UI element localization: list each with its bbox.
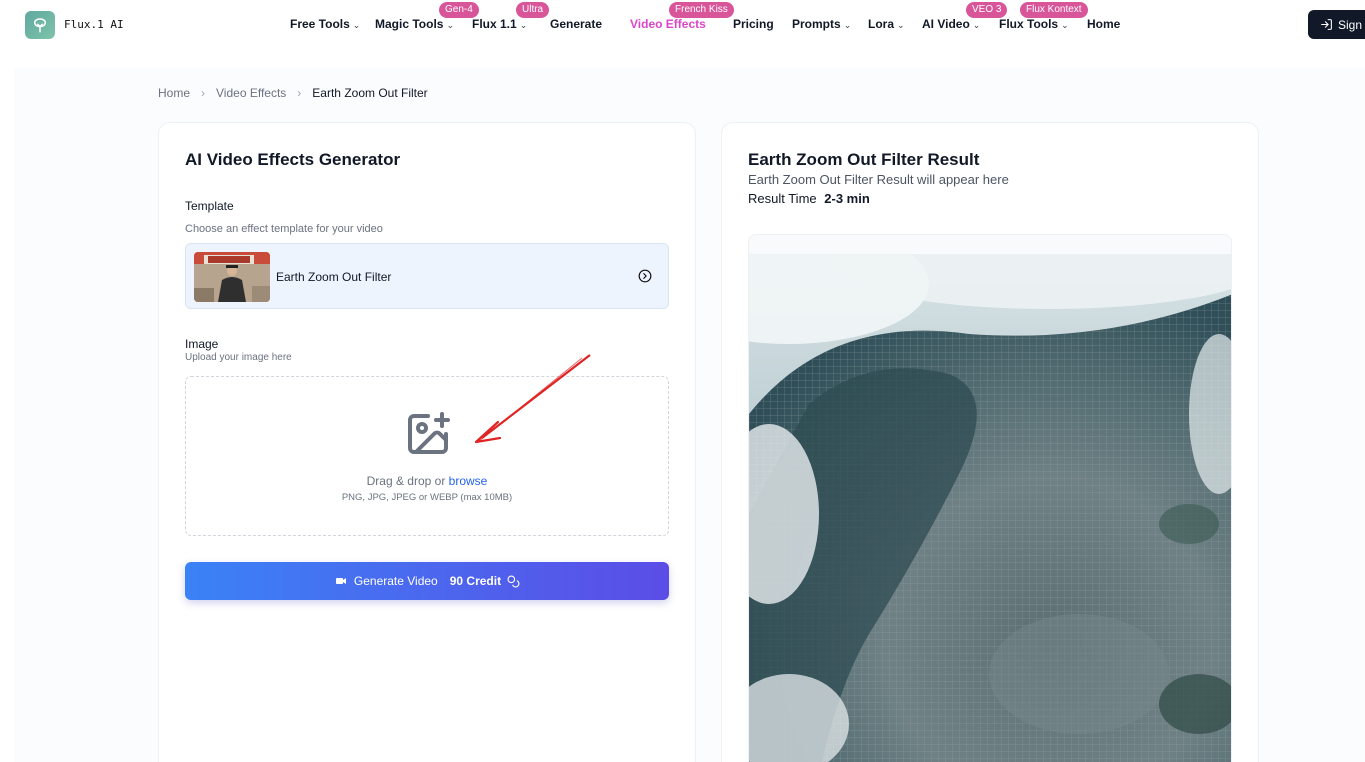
upload-formats: PNG, JPG, JPEG or WEBP (max 10MB)	[341, 492, 513, 503]
template-selector[interactable]: Earth Zoom Out Filter	[185, 243, 669, 309]
nav-free-tools[interactable]: Free Tools ⌄	[290, 17, 360, 31]
nav-label: Flux 1.1	[472, 17, 517, 31]
generator-title: AI Video Effects Generator	[185, 150, 401, 169]
nav-label: Flux Tools	[999, 17, 1059, 31]
generate-video-button[interactable]: Generate Video 90 Credit	[185, 562, 669, 600]
template-hint: Choose an effect template for your video	[185, 223, 383, 235]
chevron-down-icon: ⌄	[897, 20, 905, 30]
coins-icon	[507, 575, 520, 587]
image-upload-dropzone[interactable]: Drag & drop or browse PNG, JPG, JPEG or …	[185, 376, 669, 536]
top-navbar: Flux.1 AI Free Tools ⌄ Gen-4 Magic Tools ⌄…	[0, 0, 1365, 50]
nav-label: Video Effects	[630, 17, 706, 31]
chevron-down-icon: ⌄	[519, 20, 528, 30]
credit-label: 90 Credit	[449, 574, 502, 588]
result-preview	[748, 234, 1232, 762]
image-label: Image	[185, 337, 219, 351]
breadcrumb: Home › Video Effects › Earth Zoom Out Fi…	[158, 86, 428, 100]
nav-badge: Ultra	[516, 2, 550, 18]
breadcrumb-video-effects[interactable]: Video Effects	[216, 86, 286, 100]
upload-instructions: Drag & drop or browse	[186, 474, 668, 488]
generate-label: Generate Video	[353, 574, 438, 588]
breadcrumb-home[interactable]: Home	[158, 86, 190, 100]
nav-badge: Gen-4	[439, 2, 479, 18]
nav-label: AI Video	[922, 17, 970, 31]
nav-label: Pricing	[733, 17, 774, 31]
chevron-down-icon: ⌄	[843, 20, 852, 30]
nav-video-effects[interactable]: Video Effects	[630, 17, 706, 31]
sign-in-label: Sign	[1338, 17, 1363, 32]
image-plus-icon	[408, 412, 450, 454]
template-name: Earth Zoom Out Filter	[276, 270, 392, 284]
nav-lora[interactable]: Lora ⌄	[868, 17, 905, 31]
logo-icon[interactable]	[25, 11, 55, 39]
nav-flux-11[interactable]: Flux 1.1 ⌄	[472, 17, 527, 31]
chevron-down-icon: ⌄	[446, 20, 454, 30]
result-time-value: 2-3 min	[824, 191, 870, 206]
template-thumbnail	[194, 252, 270, 302]
sign-in-button[interactable]: Sign	[1308, 10, 1365, 39]
nav-badge: VEO 3	[966, 2, 1008, 18]
upload-text: Drag & drop or	[366, 474, 446, 488]
circle-arrow-right-icon	[638, 269, 652, 283]
template-label: Template	[185, 199, 234, 213]
result-time: Result Time 2-3 min	[748, 191, 870, 206]
nav-label: Prompts	[792, 17, 841, 31]
nav-label: Magic Tools	[375, 17, 444, 31]
sign-in-icon	[1321, 19, 1332, 30]
nav-generate[interactable]: Generate	[550, 17, 602, 31]
result-title: Earth Zoom Out Filter Result	[748, 150, 980, 169]
breadcrumb-current: Earth Zoom Out Filter	[312, 86, 428, 100]
nav-label: Free Tools	[290, 17, 350, 31]
breadcrumb-separator: ›	[201, 86, 206, 100]
nav-flux-tools[interactable]: Flux Tools ⌄	[999, 17, 1069, 31]
nav-pricing[interactable]: Pricing	[733, 17, 774, 31]
nav-label: Home	[1087, 17, 1121, 31]
nav-badge: French Kiss	[669, 2, 734, 18]
breadcrumb-separator: ›	[297, 86, 302, 100]
browse-link[interactable]: browse	[449, 474, 488, 488]
earth-zoom-preview-image	[749, 254, 1231, 762]
brand-name[interactable]: Flux.1 AI	[64, 18, 124, 31]
chevron-down-icon: ⌄	[972, 20, 981, 30]
video-camera-icon	[335, 578, 346, 584]
result-time-label: Result Time	[748, 191, 817, 206]
nav-prompts[interactable]: Prompts ⌄	[792, 17, 851, 31]
nav-badge: Flux Kontext	[1020, 2, 1088, 18]
nav-magic-tools[interactable]: Magic Tools ⌄	[375, 17, 454, 31]
nav-home[interactable]: Home	[1087, 17, 1120, 31]
nav-ai-video[interactable]: AI Video ⌄	[922, 17, 980, 31]
image-hint: Upload your image here	[185, 352, 292, 363]
chevron-down-icon: ⌄	[352, 20, 361, 30]
nav-label: Generate	[550, 17, 603, 31]
nav-label: Lora	[868, 17, 895, 31]
result-subtitle: Earth Zoom Out Filter Result will appear…	[748, 172, 1009, 187]
chevron-down-icon: ⌄	[1061, 20, 1069, 30]
